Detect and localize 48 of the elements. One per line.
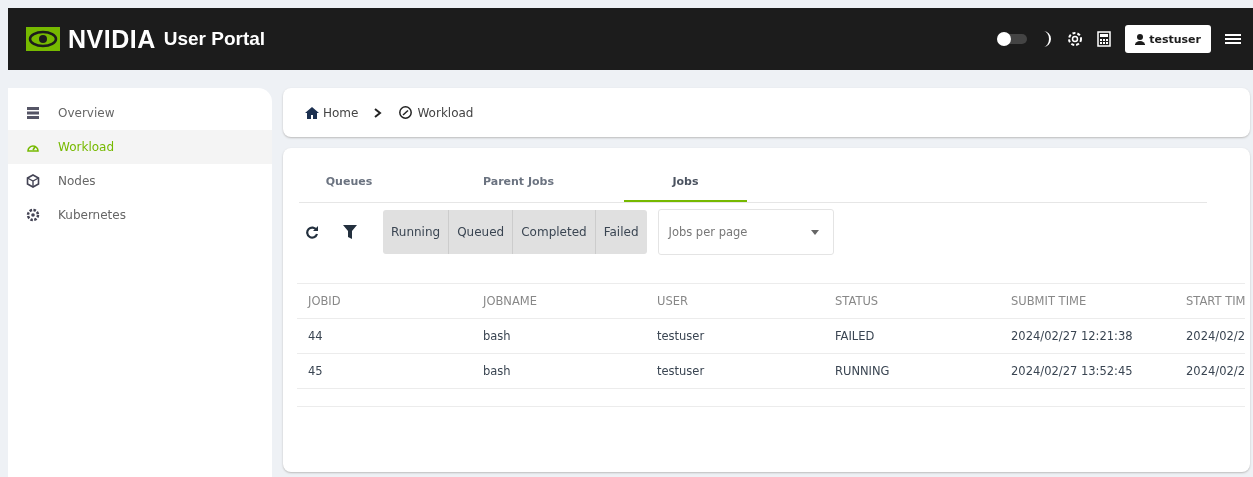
app-title: User Portal [163,28,266,50]
gear-icon [26,208,40,222]
caret-icon [810,229,819,235]
cube-icon [26,174,40,188]
column-header: JOBNAME [472,283,646,319]
sidebar-item[interactable]: Nodes [8,164,272,198]
sidebar-item[interactable]: Kubernetes [8,198,272,232]
refresh-icon[interactable] [305,225,319,239]
tab[interactable]: Jobs [624,162,747,202]
filter-icon[interactable] [343,225,357,239]
breadcrumb-link[interactable]: Workload [398,105,474,120]
jobs-per-page-dropdown[interactable]: Jobs per page [657,209,834,255]
table-cell: testuser [646,353,824,389]
column-header: JOBID [297,283,472,319]
table-cell: 2024/02/27 12:21:38 [1000,318,1175,354]
breadcrumb-link[interactable]: Home [305,105,359,120]
column-header: USER [646,283,824,319]
sidebar-item[interactable]: Overview [8,96,272,130]
table-cell: 2024/02/27 13:52:45 [1000,353,1175,389]
user-button[interactable]: testuser [1125,25,1211,53]
table-cell: 45 [297,353,472,389]
table-cell: 44 [297,318,472,354]
table-cell: testuser [646,318,824,354]
table-cell: 2024/02/2 [1175,353,1245,389]
eye-logo-icon [26,27,60,51]
settings-icon[interactable] [1067,31,1084,47]
column-header: START TIM [1175,283,1245,319]
table-cell: 2024/02/2 [1175,318,1245,354]
tab[interactable]: Parent Jobs [457,162,580,202]
tab[interactable]: Queues [299,162,399,202]
column-header: STATUS [824,283,1000,319]
home-icon [305,106,319,119]
list-icon [26,106,40,120]
status-filter-button[interactable]: Running [383,210,450,254]
table-cell: bash [472,318,646,354]
calculator-icon[interactable] [1097,31,1112,47]
table-cell: RUNNING [824,353,1000,389]
status-filter-button[interactable]: Completed [513,210,596,254]
toggle-switch-icon[interactable] [997,32,1028,46]
status-filter-button[interactable]: Queued [449,210,514,254]
status-filter-button[interactable]: Failed [595,210,647,254]
brand-name: NVIDIA [68,24,156,54]
table-cell: FAILED [824,318,1000,354]
table-cell: bash [472,353,646,389]
gauge-icon [398,106,414,119]
menu-icon[interactable] [1225,32,1241,46]
person-icon [1135,33,1146,45]
column-header: SUBMIT TIME [1000,283,1175,319]
